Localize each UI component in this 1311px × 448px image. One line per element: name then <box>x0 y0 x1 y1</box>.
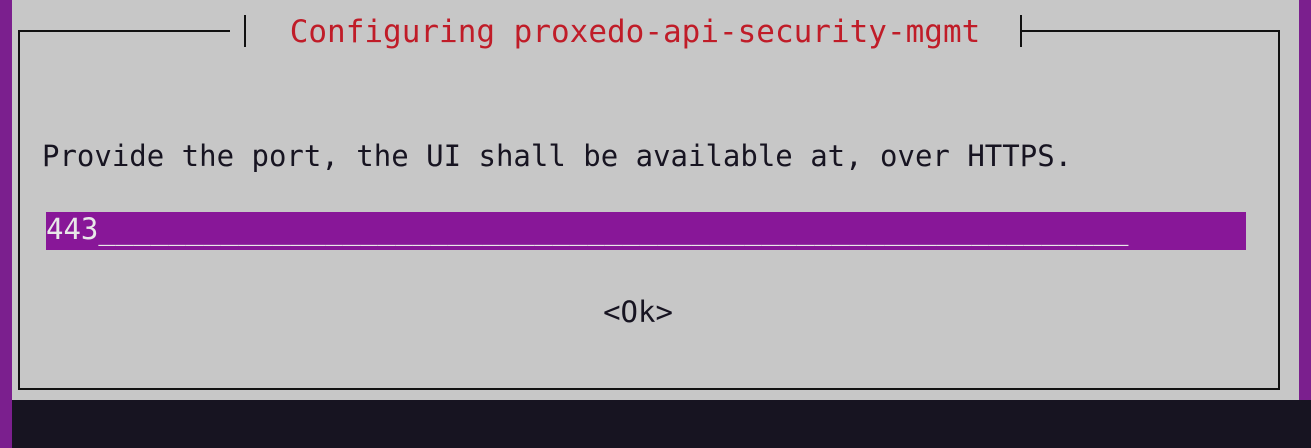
title-tick-right <box>1020 15 1022 47</box>
dialog-frame <box>18 30 1280 390</box>
dialog-title: Configuring proxedo-api-security-mgmt <box>289 14 981 50</box>
port-input-value: 443 <box>46 212 99 246</box>
port-input[interactable]: 443_____________________________________… <box>46 212 1246 250</box>
ok-button[interactable]: <Ok> <box>578 294 698 330</box>
config-dialog: Configuring proxedo-api-security-mgmt Pr… <box>12 0 1299 400</box>
dialog-prompt: Provide the port, the UI shall be availa… <box>42 139 1073 173</box>
terminal-edge-left <box>0 0 12 448</box>
title-tick-left <box>244 15 246 47</box>
port-input-fill: ________________________________________… <box>98 212 1129 246</box>
terminal-edge-right <box>1299 0 1311 400</box>
